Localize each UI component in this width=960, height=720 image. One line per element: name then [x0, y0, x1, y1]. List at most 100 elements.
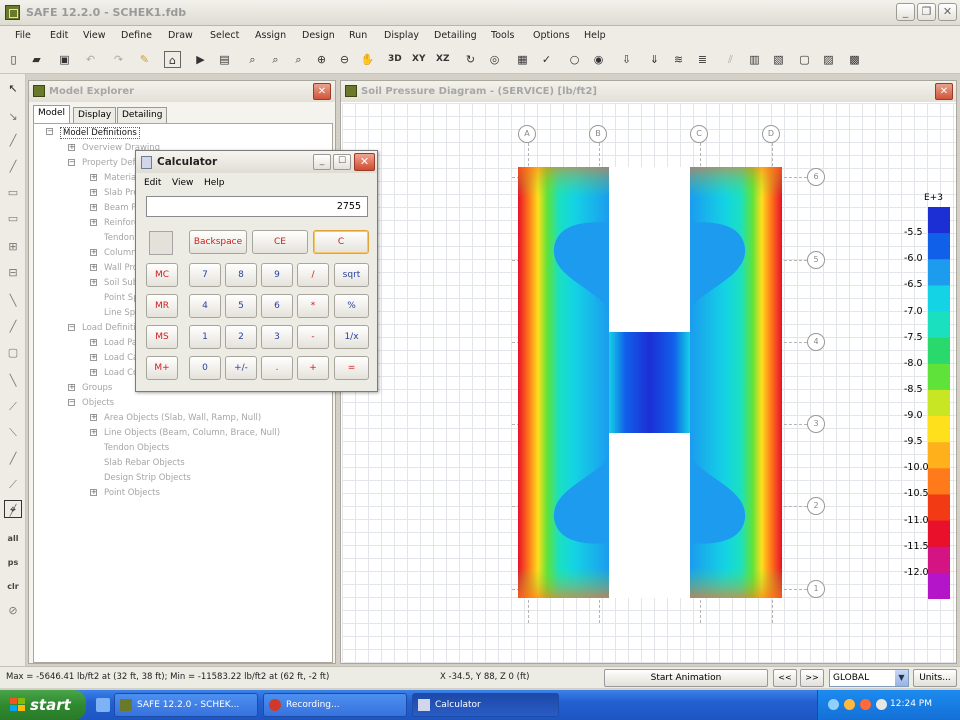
draw-point-icon[interactable]: ╱: [4, 132, 22, 150]
menu-view[interactable]: View: [83, 30, 106, 41]
tree-item-slab-rebar-objects[interactable]: Slab Rebar Objects: [104, 458, 185, 468]
model-explorer-close-button[interactable]: ✕: [313, 83, 331, 100]
volume-icon[interactable]: [844, 699, 855, 710]
view-xy-button[interactable]: XY: [412, 51, 425, 68]
pan-icon[interactable]: ✋: [359, 51, 376, 68]
beam-forces-icon[interactable]: ≋: [670, 51, 687, 68]
security-icon[interactable]: [860, 699, 871, 710]
tree-item-design-strip-objects[interactable]: Design Strip Objects: [104, 473, 191, 483]
digit-0-button[interactable]: 0: [189, 356, 221, 380]
divide-button[interactable]: /: [297, 263, 329, 287]
digit-4-button[interactable]: 4: [189, 294, 221, 318]
digit-1-button[interactable]: 1: [189, 325, 221, 349]
taskbar-item-calculator[interactable]: Calculator: [412, 693, 559, 717]
zoom-prev-icon[interactable]: ⌕: [290, 51, 307, 68]
mr-button[interactable]: MR: [146, 294, 178, 318]
digit-7-button[interactable]: 7: [189, 263, 221, 287]
menu-display[interactable]: Display: [384, 30, 419, 41]
check-icon[interactable]: ✓: [538, 51, 555, 68]
collapse-icon[interactable]: −: [68, 399, 75, 406]
load-arrow-icon[interactable]: ⇓: [646, 51, 663, 68]
menu-file[interactable]: File: [15, 30, 31, 41]
zoom-out-icon[interactable]: ⊖: [336, 51, 353, 68]
start-animation-button[interactable]: Start Animation: [604, 669, 768, 687]
menu-options[interactable]: Options: [533, 30, 570, 41]
new-file-icon[interactable]: ▯: [5, 51, 22, 68]
undo-icon[interactable]: ↶: [82, 51, 99, 68]
backspace-button[interactable]: Backspace: [189, 230, 247, 254]
tree-item-model-definitions[interactable]: Model Definitions: [60, 127, 140, 139]
zoom-full-icon[interactable]: ⌕: [267, 51, 284, 68]
subtract-button[interactable]: -: [297, 325, 329, 349]
digit-2-button[interactable]: 2: [225, 325, 257, 349]
tree-item-tendon-objects[interactable]: Tendon Objects: [104, 443, 169, 453]
tree-item-point-objects[interactable]: Point Objects: [104, 488, 160, 498]
expand-icon[interactable]: +: [90, 414, 97, 421]
tab-display[interactable]: Display: [73, 107, 117, 123]
show-desktop-icon[interactable]: [96, 698, 110, 712]
previous-button[interactable]: <<: [773, 669, 797, 687]
digit-5-button[interactable]: 5: [225, 294, 257, 318]
minimize-button[interactable]: _: [896, 3, 915, 21]
tree-item-line-objects[interactable]: Line Objects (Beam, Column, Brace, Null): [104, 428, 280, 438]
menu-help[interactable]: Help: [584, 30, 606, 41]
digit-8-button[interactable]: 8: [225, 263, 257, 287]
draw-dimension-icon[interactable]: ╱: [4, 450, 22, 468]
calculator-display[interactable]: 2755: [146, 196, 368, 217]
mc-button[interactable]: MC: [146, 263, 178, 287]
draw-design-strip-icon[interactable]: ⟋: [4, 476, 22, 494]
menu-design[interactable]: Design: [302, 30, 335, 41]
soil-pressure-close-button[interactable]: ✕: [935, 83, 953, 100]
calc-menu-help[interactable]: Help: [204, 178, 225, 188]
network-icon[interactable]: [828, 699, 839, 710]
collapse-icon[interactable]: −: [68, 159, 75, 166]
open-folder-icon[interactable]: ▰: [28, 51, 45, 68]
tab-model[interactable]: Model: [33, 105, 71, 123]
menu-assign[interactable]: Assign: [255, 30, 286, 41]
expand-icon[interactable]: +: [90, 369, 97, 376]
next-button[interactable]: >>: [800, 669, 824, 687]
redo-icon[interactable]: ↷: [110, 51, 127, 68]
report-icon[interactable]: ▩: [846, 51, 863, 68]
expand-icon[interactable]: +: [90, 189, 97, 196]
tree-item-area-objects[interactable]: Area Objects (Slab, Wall, Ramp, Null): [104, 413, 261, 423]
expand-icon[interactable]: +: [90, 174, 97, 181]
calculator-close-button[interactable]: ✕: [354, 153, 375, 171]
clear-button[interactable]: C: [313, 230, 369, 254]
pointer-icon[interactable]: ↖: [4, 80, 22, 98]
soil-pressure-icon[interactable]: ▧: [770, 51, 787, 68]
clear-entry-button[interactable]: CE: [252, 230, 308, 254]
draw-strip-icon[interactable]: ⟋: [4, 398, 22, 416]
calculator-minimize-button[interactable]: _: [313, 154, 331, 170]
draw-column-icon[interactable]: ▢: [4, 344, 22, 362]
add-button[interactable]: +: [297, 356, 329, 380]
percent-button[interactable]: %: [334, 294, 369, 318]
draw-poly-icon[interactable]: ⊞: [4, 238, 22, 256]
draw-wall-icon[interactable]: ╱: [4, 318, 22, 336]
run-lock-icon[interactable]: ▤: [216, 51, 233, 68]
zoom-rubberband-icon[interactable]: ⌕: [244, 51, 261, 68]
reciprocal-button[interactable]: 1/x: [334, 325, 369, 349]
digit-3-button[interactable]: 3: [261, 325, 293, 349]
previous-selection-button[interactable]: ps: [4, 554, 22, 572]
collapse-icon[interactable]: −: [46, 128, 53, 135]
arrow-down-icon[interactable]: ⇩: [618, 51, 635, 68]
update-icon[interactable]: [876, 699, 887, 710]
draw-slab-icon[interactable]: ⊟: [4, 264, 22, 282]
view-xz-button[interactable]: XZ: [436, 51, 449, 68]
circle-icon[interactable]: ○: [566, 51, 583, 68]
menu-select[interactable]: Select: [210, 30, 239, 41]
table-icon[interactable]: ▢: [796, 51, 813, 68]
expand-icon[interactable]: +: [68, 144, 75, 151]
digit-6-button[interactable]: 6: [261, 294, 293, 318]
draw-rect-icon[interactable]: ▭: [4, 210, 22, 228]
expand-icon[interactable]: +: [90, 279, 97, 286]
units-button[interactable]: Units...: [913, 669, 957, 687]
expand-icon[interactable]: +: [90, 204, 97, 211]
maximize-button[interactable]: ❐: [917, 3, 936, 21]
draw-beam-icon[interactable]: ╲: [4, 292, 22, 310]
tab-detailing[interactable]: Detailing: [117, 107, 168, 123]
calc-menu-edit[interactable]: Edit: [144, 178, 161, 188]
strip-forces-icon[interactable]: ⫽: [722, 51, 739, 68]
reaction-icon[interactable]: ▥: [746, 51, 763, 68]
